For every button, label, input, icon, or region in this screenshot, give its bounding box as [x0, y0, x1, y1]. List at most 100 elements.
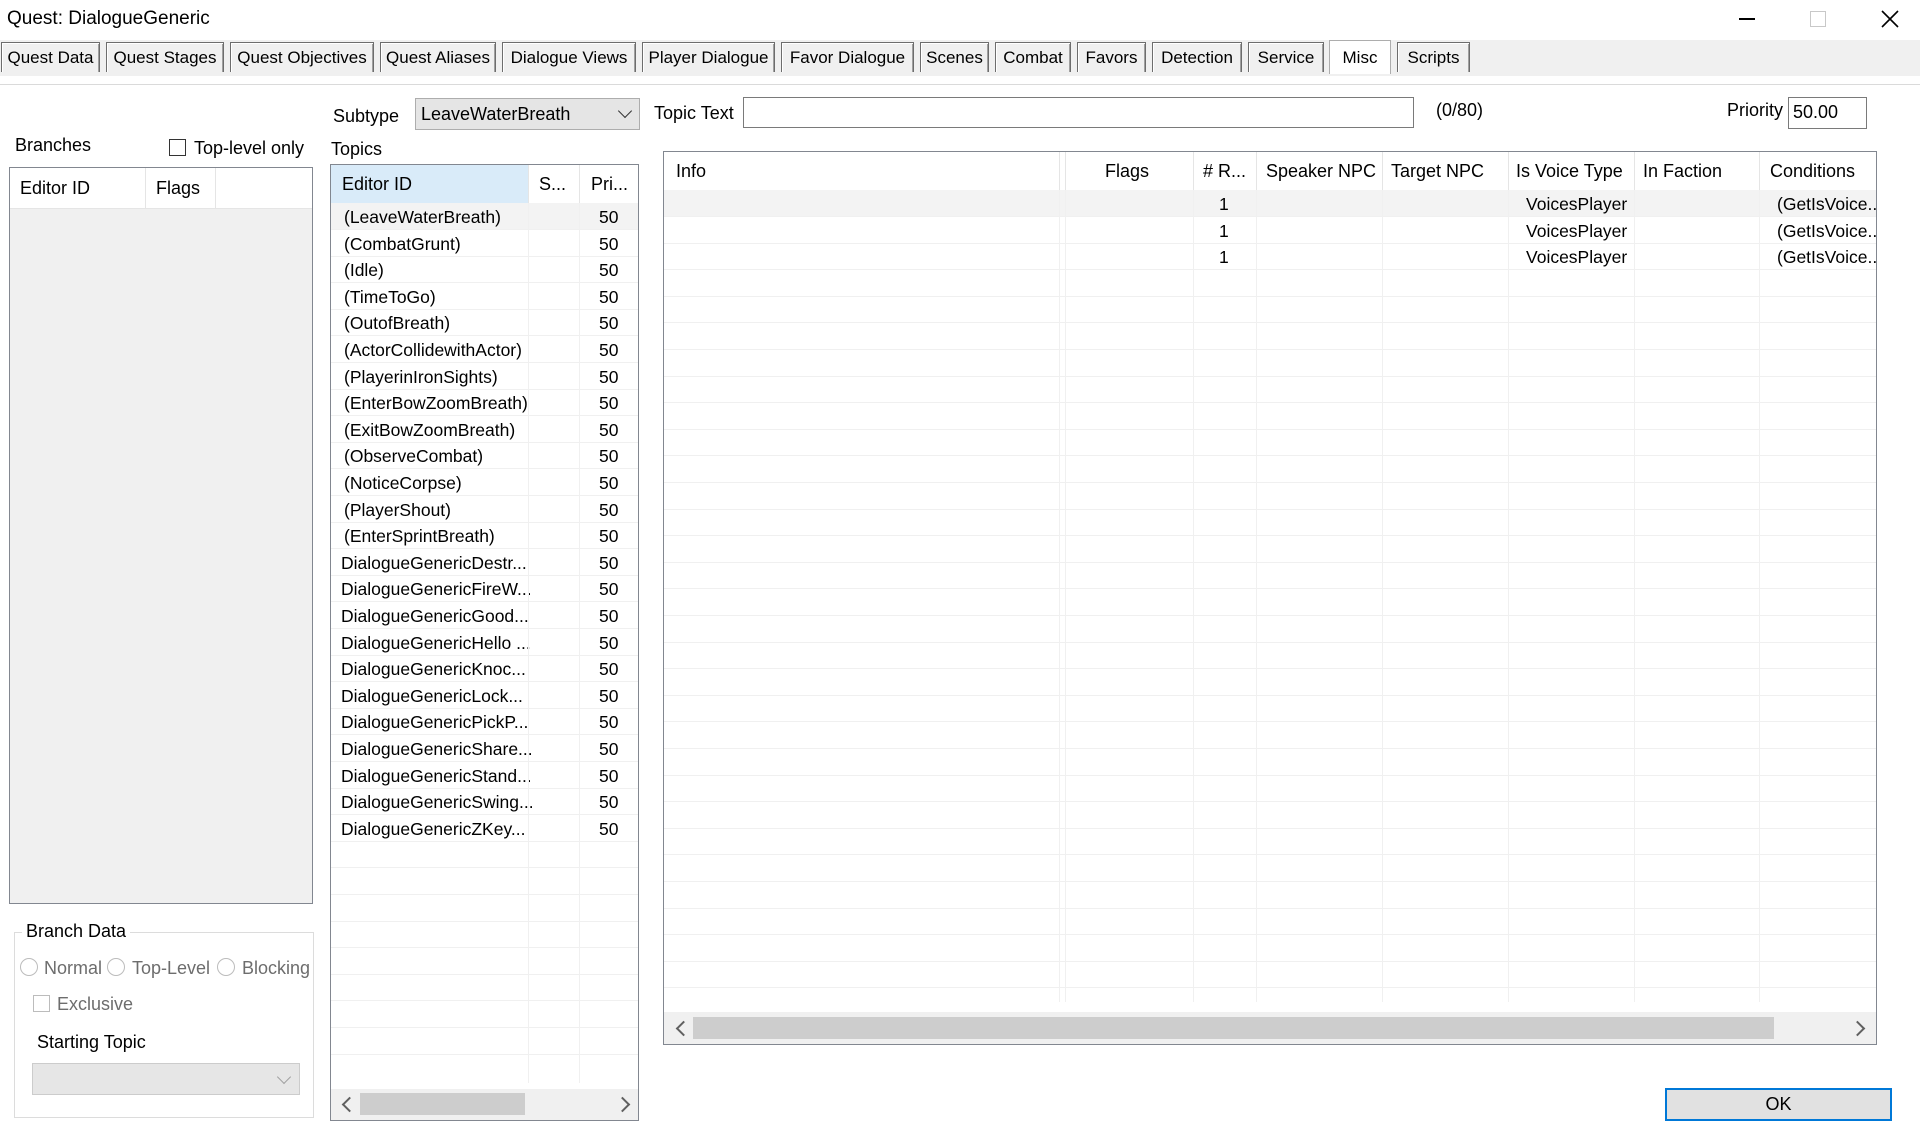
- topic-row[interactable]: (PlayerinIronSights) 50: [331, 363, 638, 390]
- topic-editor-id: (PlayerShout): [344, 499, 451, 520]
- ok-button[interactable]: OK: [1665, 1088, 1892, 1121]
- topic-editor-id: (PlayerinIronSights): [344, 366, 498, 387]
- topic-editor-id: DialogueGenericHello ...: [341, 632, 531, 653]
- column-header-s[interactable]: S...: [529, 165, 579, 203]
- tab-service[interactable]: Service: [1248, 42, 1324, 72]
- topic-priority: 50: [599, 419, 619, 440]
- empty-row: [664, 775, 1876, 803]
- info-response-count: 1: [1219, 194, 1229, 214]
- column-header-editor-id[interactable]: Editor ID: [10, 168, 146, 208]
- column-header-flags[interactable]: Flags: [1066, 152, 1193, 190]
- topics-horizontal-scrollbar[interactable]: [331, 1089, 638, 1120]
- column-header-priority[interactable]: Pri...: [580, 165, 638, 203]
- topic-row[interactable]: (Idle) 50: [331, 256, 638, 284]
- info-row[interactable]: 1 VoicesPlayer (GetIsVoice...: [664, 190, 1876, 217]
- info-row[interactable]: 1 VoicesPlayer (GetIsVoice...: [664, 217, 1876, 244]
- column-header-is-voice-type[interactable]: Is Voice Type: [1509, 152, 1634, 190]
- tab-quest-data[interactable]: Quest Data: [1, 42, 100, 72]
- topic-row[interactable]: (ObserveCombat) 50: [331, 442, 638, 470]
- column-header-flags[interactable]: Flags: [146, 168, 216, 208]
- topic-row[interactable]: (ActorCollidewithActor) 50: [331, 336, 638, 363]
- tab-combat[interactable]: Combat: [995, 42, 1071, 72]
- empty-row: [331, 895, 638, 922]
- subtype-dropdown[interactable]: LeaveWaterBreath: [415, 98, 640, 130]
- column-header-in-faction[interactable]: In Faction: [1635, 152, 1759, 190]
- info-list[interactable]: Info Flags # R... Speaker NPC Target NPC…: [663, 151, 1877, 1045]
- column-header-info[interactable]: Info: [664, 152, 1059, 190]
- info-response-count: 1: [1219, 220, 1229, 241]
- tab-favor-dialogue[interactable]: Favor Dialogue: [781, 42, 914, 72]
- topic-row[interactable]: (ExitBowZoomBreath) 50: [331, 416, 638, 443]
- empty-row: [664, 695, 1876, 723]
- scroll-left-icon[interactable]: [341, 1096, 358, 1113]
- scrollbar-thumb[interactable]: [693, 1017, 1774, 1039]
- topic-row[interactable]: DialogueGenericFireW... 50: [331, 575, 638, 603]
- topic-row[interactable]: (NoticeCorpse) 50: [331, 469, 638, 496]
- priority-input[interactable]: 50.00: [1788, 97, 1867, 129]
- topic-row[interactable]: (EnterBowZoomBreath) 50: [331, 389, 638, 417]
- tab-scripts[interactable]: Scripts: [1397, 42, 1470, 72]
- topic-editor-id: (EnterSprintBreath): [344, 526, 495, 547]
- close-button[interactable]: [1860, 0, 1920, 38]
- topic-row[interactable]: DialogueGenericDestr... 50: [331, 549, 638, 576]
- empty-row: [664, 722, 1876, 749]
- topic-row[interactable]: DialogueGenericSwing... 50: [331, 788, 638, 816]
- topic-row[interactable]: DialogueGenericPickP... 50: [331, 708, 638, 736]
- column-header-speaker-npc[interactable]: Speaker NPC: [1257, 152, 1382, 190]
- topic-row[interactable]: DialogueGenericLock... 50: [331, 682, 638, 709]
- tab-dialogue-views[interactable]: Dialogue Views: [502, 42, 636, 72]
- branches-list[interactable]: Editor ID Flags: [9, 167, 313, 904]
- empty-row: [331, 868, 638, 895]
- info-conditions: (GetIsVoice...: [1777, 247, 1877, 268]
- topic-row[interactable]: (PlayerShout) 50: [331, 496, 638, 523]
- tab-quest-stages[interactable]: Quest Stages: [106, 42, 224, 72]
- topic-row[interactable]: (EnterSprintBreath) 50: [331, 522, 638, 550]
- topic-row[interactable]: DialogueGenericHello ... 50: [331, 629, 638, 656]
- topic-row[interactable]: DialogueGenericShare... 50: [331, 735, 638, 762]
- tab-misc[interactable]: Misc: [1329, 40, 1391, 74]
- empty-row: [664, 935, 1876, 962]
- blocking-radio[interactable]: [217, 958, 235, 976]
- info-horizontal-scrollbar[interactable]: [664, 1012, 1876, 1044]
- subtype-label: Subtype: [333, 106, 400, 126]
- minimize-button[interactable]: [1717, 0, 1777, 38]
- topic-row[interactable]: DialogueGenericZKey... 50: [331, 815, 638, 842]
- topic-row[interactable]: DialogueGenericKnoc... 50: [331, 655, 638, 683]
- tab-scenes[interactable]: Scenes: [920, 42, 989, 72]
- exclusive-checkbox[interactable]: [33, 995, 50, 1012]
- topic-text-input[interactable]: [743, 97, 1414, 128]
- topic-editor-id: DialogueGenericFireW...: [341, 579, 532, 600]
- top-level-radio-label: Top-Level: [132, 958, 211, 978]
- info-response-count: 1: [1219, 247, 1229, 268]
- column-header-response-count[interactable]: # R...: [1194, 152, 1256, 190]
- tab-player-dialogue[interactable]: Player Dialogue: [642, 42, 775, 72]
- topic-priority: 50: [599, 286, 619, 307]
- top-level-radio[interactable]: [107, 958, 125, 976]
- tab-favors[interactable]: Favors: [1077, 42, 1146, 72]
- topic-row[interactable]: DialogueGenericGood... 50: [331, 602, 638, 629]
- tab-quest-aliases[interactable]: Quest Aliases: [380, 42, 496, 72]
- tab-detection[interactable]: Detection: [1152, 42, 1242, 72]
- topic-row[interactable]: (LeaveWaterBreath) 50: [331, 203, 638, 230]
- normal-radio[interactable]: [20, 958, 38, 976]
- priority-label: Priority: [1727, 100, 1784, 120]
- info-row[interactable]: 1 VoicesPlayer (GetIsVoice...: [664, 243, 1877, 271]
- scrollbar-thumb[interactable]: [360, 1093, 525, 1115]
- column-header-conditions[interactable]: Conditions: [1760, 152, 1876, 190]
- topics-list[interactable]: Editor ID S... Pri... (LeaveWaterBreath)…: [330, 164, 639, 1121]
- topic-row[interactable]: (TimeToGo) 50: [331, 283, 638, 310]
- tab-quest-objectives[interactable]: Quest Objectives: [230, 42, 374, 72]
- topic-row[interactable]: (CombatGrunt) 50: [331, 230, 638, 257]
- column-header-editor-id[interactable]: Editor ID: [331, 165, 528, 203]
- scroll-right-icon[interactable]: [1849, 1020, 1866, 1037]
- empty-row: [664, 323, 1876, 350]
- column-divider: [579, 203, 580, 1083]
- starting-topic-dropdown[interactable]: [32, 1063, 300, 1095]
- topic-row[interactable]: (OutofBreath) 50: [331, 309, 638, 337]
- empty-row: [664, 828, 1876, 856]
- scroll-left-icon[interactable]: [675, 1020, 692, 1037]
- topic-row[interactable]: DialogueGenericStand... 50: [331, 762, 638, 789]
- column-header-target-npc[interactable]: Target NPC: [1383, 152, 1508, 190]
- top-level-only-checkbox[interactable]: [169, 139, 186, 156]
- scroll-right-icon[interactable]: [614, 1096, 631, 1113]
